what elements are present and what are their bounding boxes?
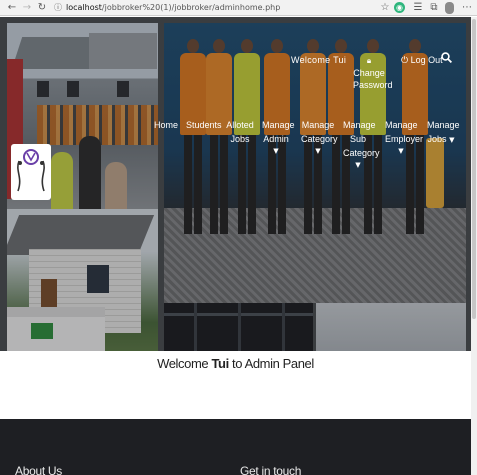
footer-contact-heading: Get in touch	[240, 464, 302, 475]
extension-icon[interactable]: ◉	[394, 2, 405, 13]
star-icon[interactable]: ☆	[379, 1, 391, 14]
chevron-down-icon: ▼	[398, 147, 404, 155]
back-arrow-icon[interactable]: ←	[6, 1, 18, 14]
chevron-down-icon: ▼	[273, 147, 279, 155]
nav-alloted-jobs[interactable]: Alloted Jobs	[226, 118, 254, 146]
profile-icon[interactable]	[445, 2, 454, 14]
nav-manage-jobs-label: Manage Jobs	[427, 120, 460, 144]
nav-manage-category[interactable]: Manage Category ▼	[301, 118, 338, 156]
chevron-down-icon: ▼	[449, 136, 455, 144]
welcome-heading-suffix: to Admin Panel	[232, 356, 314, 371]
main-nav: Home Students Alloted Jobs Manage Admin …	[0, 17, 471, 351]
address-bar[interactable]: localhost/jobbroker%20(1)/jobbroker/admi…	[66, 1, 280, 14]
collections-icon[interactable]: ⧉	[428, 1, 440, 14]
reload-icon[interactable]: ↻	[36, 1, 48, 14]
more-icon[interactable]: ⋯	[461, 1, 473, 14]
scrollbar-thumb[interactable]	[472, 19, 476, 319]
footer-about-heading: About Us	[15, 464, 62, 475]
hero-banner: Welcome Tui 🔒︎Change Password ⏻ Log Out …	[0, 17, 471, 351]
nav-manage-admin-label: Manage Admin	[262, 120, 295, 144]
nav-students[interactable]: Students	[186, 118, 222, 132]
favorites-icon[interactable]: ☰	[412, 1, 424, 14]
nav-home-label: Home	[154, 120, 179, 130]
welcome-heading: Welcome Tui to Admin Panel	[0, 356, 471, 371]
nav-manage-jobs[interactable]: Manage Jobs ▼	[427, 118, 460, 146]
info-icon[interactable]: ⓘ	[52, 1, 64, 14]
nav-students-label: Students	[186, 120, 222, 130]
nav-manage-sub-category-label: Manage Sub Category	[343, 120, 380, 158]
welcome-section: Welcome Tui to Admin Panel	[0, 351, 471, 419]
forward-arrow-icon[interactable]: →	[21, 1, 33, 14]
nav-manage-category-label: Manage Category	[301, 120, 338, 144]
nav-alloted-jobs-label: Alloted Jobs	[226, 120, 254, 144]
nav-manage-employer[interactable]: Manage Employer ▼	[385, 118, 423, 156]
welcome-heading-prefix: Welcome	[157, 356, 209, 371]
page-scrollbar[interactable]	[471, 17, 477, 475]
nav-manage-employer-label: Manage Employer	[385, 120, 424, 144]
url-path: /jobbroker%20(1)/jobbroker/adminhome.php	[101, 3, 281, 12]
url-host: localhost	[66, 3, 102, 12]
welcome-heading-name: Tui	[211, 356, 229, 371]
nav-home[interactable]: Home	[154, 118, 178, 132]
chevron-down-icon: ▼	[315, 147, 321, 155]
nav-manage-admin[interactable]: Manage Admin ▼	[262, 118, 295, 156]
chevron-down-icon: ▼	[355, 161, 361, 169]
footer: About Us Get in touch	[0, 419, 471, 475]
nav-manage-sub-category[interactable]: Manage Sub Category ▼	[343, 118, 380, 170]
browser-toolbar: ← → ↻ ⓘ localhost/jobbroker%20(1)/jobbro…	[0, 0, 477, 16]
